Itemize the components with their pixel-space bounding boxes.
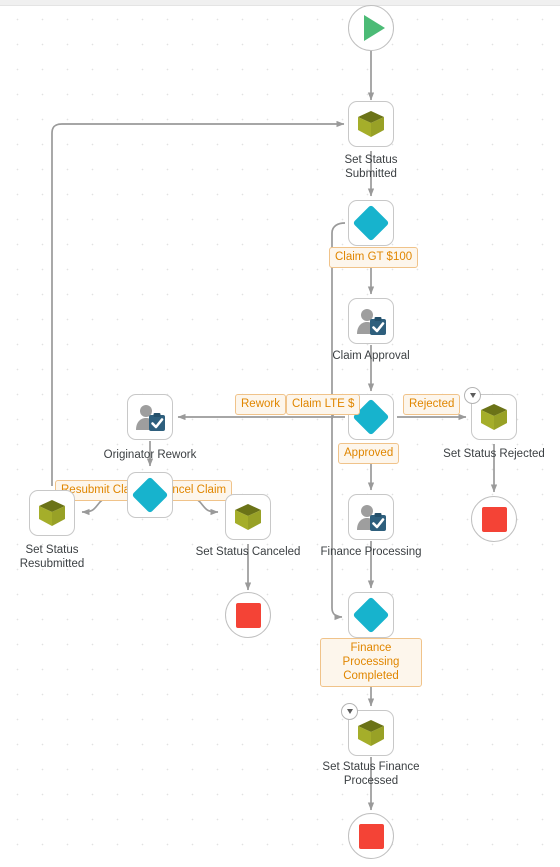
person-clipboard-icon (356, 308, 386, 335)
node-originator-rework[interactable] (127, 394, 173, 440)
edge-label-claim-lte: Claim LTE $ (286, 394, 361, 415)
edge-resubmitted-to-submitted (51, 120, 345, 486)
edge-label-rejected: Rejected (403, 394, 461, 415)
node-finance-processing[interactable] (348, 494, 394, 540)
edge-label-approved: Approved (338, 443, 400, 464)
caption-set-status-canceled: Set Status Canceled (195, 546, 301, 558)
caption-set-status-rejected: Set Status Rejected (443, 448, 545, 460)
node-end-event-finance[interactable] (348, 813, 394, 859)
edge-label-finance-completed: Finance Processing Completed (320, 638, 422, 687)
cube-icon (358, 111, 384, 137)
cube-icon (235, 504, 261, 530)
node-set-status-resubmitted[interactable] (29, 490, 75, 536)
person-clipboard-icon (356, 504, 386, 531)
node-set-status-canceled[interactable] (225, 494, 271, 540)
cube-icon (481, 404, 507, 430)
node-gateway-rework-decision[interactable] (127, 472, 173, 518)
diamond-icon (352, 596, 390, 634)
collapse-toggle-icon[interactable] (464, 387, 481, 404)
canvas-top-bar (0, 0, 560, 6)
edge-label-claim-gt: Claim GT $100 (329, 247, 419, 268)
node-end-event-rejected[interactable] (471, 496, 517, 542)
caption-originator-rework: Originator Rework (103, 449, 197, 461)
stop-icon (358, 823, 384, 849)
caption-set-status-submitted: Set Status Submitted (344, 154, 398, 180)
node-set-status-submitted[interactable] (348, 101, 394, 147)
node-claim-approval[interactable] (348, 298, 394, 344)
node-gateway-claim-amount[interactable] (348, 200, 394, 246)
node-set-status-rejected[interactable] (464, 387, 524, 447)
play-icon (363, 15, 385, 41)
node-end-event-canceled[interactable] (225, 592, 271, 638)
edge-claimlte-to-gwdone (331, 222, 346, 621)
edge-label-rework: Rework (235, 394, 286, 415)
diamond-icon (131, 476, 169, 514)
person-clipboard-icon (135, 404, 165, 431)
stop-icon (481, 506, 507, 532)
cube-icon (358, 720, 384, 746)
node-gateway-finance-completed[interactable] (348, 592, 394, 638)
caption-set-status-finance-processed: Set Status Finance Processed (322, 761, 420, 787)
collapse-toggle-icon[interactable] (341, 703, 358, 720)
diamond-icon (352, 204, 390, 242)
node-set-status-finance-processed[interactable] (341, 703, 401, 763)
caption-finance-processing: Finance Processing (320, 546, 422, 558)
cube-icon (39, 500, 65, 526)
caption-set-status-resubmitted: Set Status Resubmitted (19, 544, 85, 570)
node-start-event[interactable] (348, 5, 394, 51)
workflow-canvas[interactable]: Set Status Submitted Claim GT $100 Claim… (0, 0, 560, 867)
caption-claim-approval: Claim Approval (332, 350, 410, 362)
stop-icon (235, 602, 261, 628)
